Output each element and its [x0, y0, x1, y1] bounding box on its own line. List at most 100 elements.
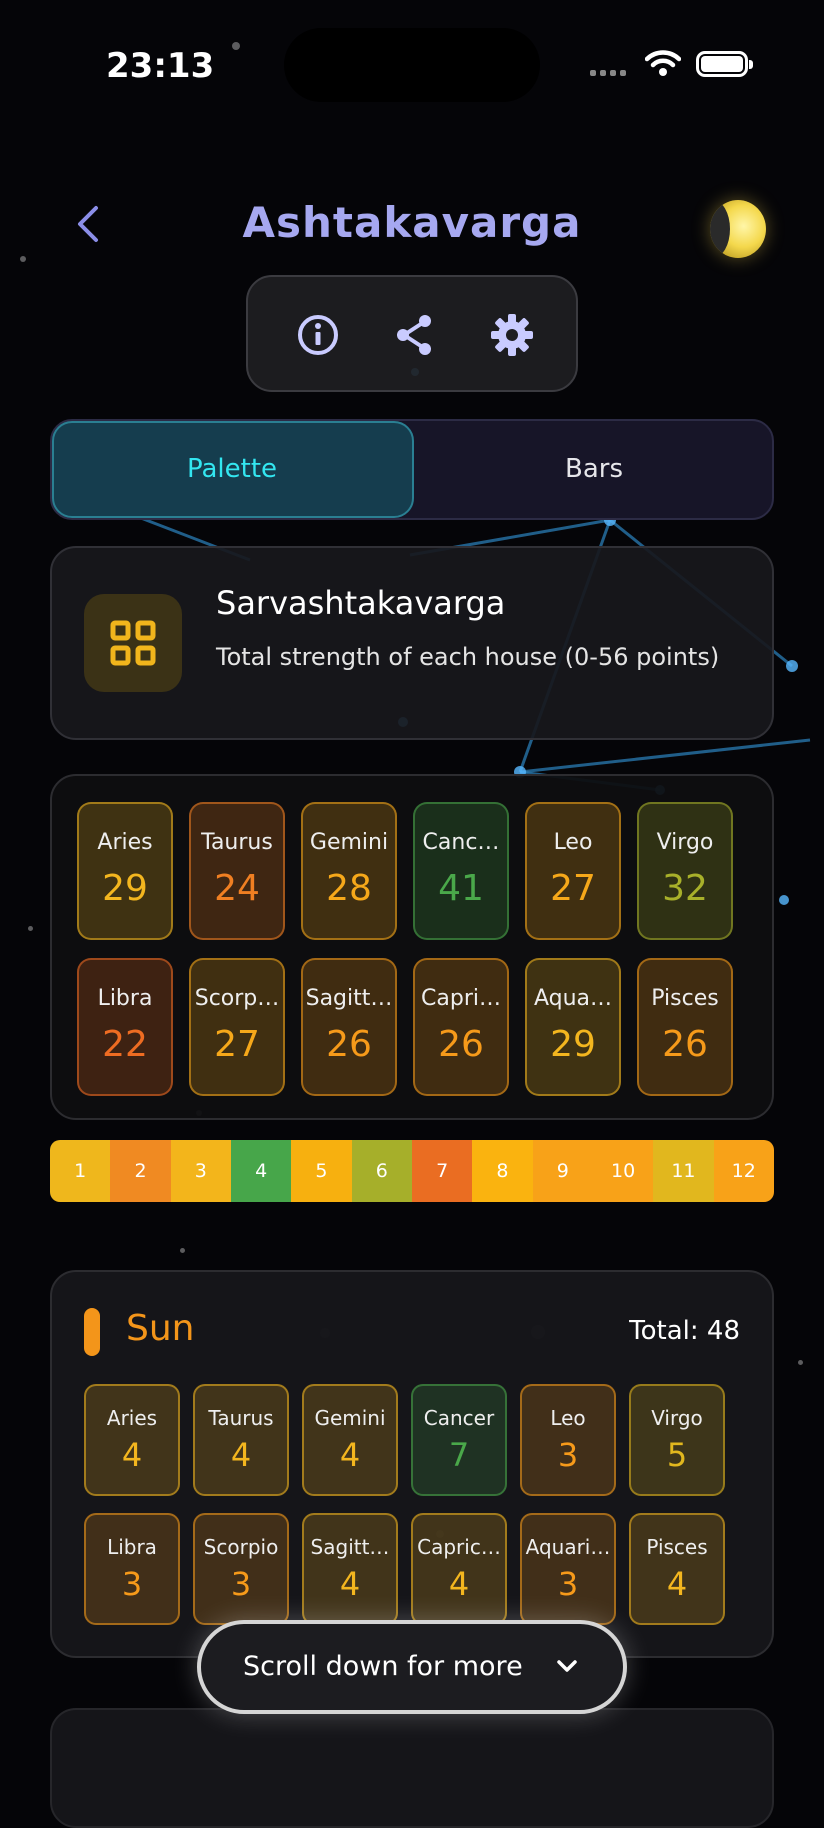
sun-card: Sun Total: 48 Aries 4 Taurus 4 Gemini 4 Cancer… [50, 1270, 774, 1658]
house-cell[interactable]: Pisces 26 [637, 958, 733, 1096]
sun-sign-label: Capric… [417, 1535, 501, 1559]
sun-points-value: 4 [666, 1565, 688, 1603]
sun-points-value: 4 [448, 1565, 470, 1603]
house-points-value: 29 [550, 1024, 596, 1065]
house-cell[interactable]: Leo 27 [525, 802, 621, 940]
house-sign-label: Pisces [651, 986, 719, 1011]
status-time: 23:13 [106, 46, 215, 86]
sun-points-value: 3 [557, 1565, 579, 1603]
house-cell[interactable]: Libra 22 [77, 958, 173, 1096]
sun-sign-label: Pisces [646, 1535, 708, 1559]
house-points-value: 29 [102, 868, 148, 909]
battery-icon [696, 51, 753, 77]
chevron-down-icon [557, 1660, 577, 1672]
house-cell[interactable]: Aries 29 [77, 802, 173, 940]
house-sign-label: Aries [97, 830, 153, 855]
sun-sign-cell[interactable]: Libra 3 [84, 1513, 180, 1625]
sun-sign-cell[interactable]: Virgo 5 [629, 1384, 725, 1496]
house-cell[interactable]: Aqua… 29 [525, 958, 621, 1096]
house-strip-segment: 10 [592, 1140, 654, 1202]
sun-sign-label: Aries [106, 1406, 158, 1430]
dynamic-island [284, 28, 540, 102]
next-planet-card [50, 1708, 774, 1828]
house-strip-segment: 7 [411, 1140, 473, 1202]
sun-sign-cell[interactable]: Leo 3 [520, 1384, 616, 1496]
house-sign-label: Canc… [422, 830, 500, 855]
house-strip-segment: 3 [170, 1140, 231, 1202]
house-cell[interactable]: Gemini 28 [301, 802, 397, 940]
view-mode-tabs: Palette Bars [50, 419, 774, 520]
house-cell[interactable]: Capri… 26 [413, 958, 509, 1096]
sun-sign-cell[interactable]: Scorpio 3 [193, 1513, 289, 1625]
house-cell[interactable]: Canc… 41 [413, 802, 509, 940]
house-cell[interactable]: Virgo 32 [637, 802, 733, 940]
house-points-value: 41 [438, 868, 484, 909]
house-cell[interactable]: Sagitt… 26 [301, 958, 397, 1096]
house-strip-segment: 11 [653, 1140, 714, 1202]
house-points-value: 26 [326, 1024, 372, 1065]
house-points-value: 27 [550, 868, 596, 909]
house-points-value: 26 [662, 1024, 708, 1065]
action-toolbar [246, 275, 578, 392]
sun-sign-label: Aquari… [525, 1535, 611, 1559]
sun-points-value: 5 [666, 1436, 688, 1474]
sun-sign-label: Cancer [423, 1406, 495, 1430]
house-strip-segment: 9 [532, 1140, 593, 1202]
settings-gear-icon[interactable] [488, 311, 536, 359]
sun-title: Sun [126, 1308, 195, 1349]
sun-sign-cell[interactable]: Capric… 4 [411, 1513, 507, 1625]
sun-sign-cell[interactable]: Pisces 4 [629, 1513, 725, 1625]
sun-sign-cell[interactable]: Aquari… 3 [520, 1513, 616, 1625]
house-sign-label: Taurus [201, 830, 273, 855]
sun-total: Total: 48 [629, 1316, 740, 1346]
house-points-value: 26 [438, 1024, 484, 1065]
house-strip-segment: 6 [351, 1140, 412, 1202]
house-points-value: 32 [662, 868, 708, 909]
house-strip-segment: 1 [50, 1140, 111, 1202]
house-strip-segment: 8 [472, 1140, 533, 1202]
cellular-signal-icon [590, 70, 626, 76]
tab-palette[interactable]: Palette [52, 421, 412, 518]
house-strength-grid: Aries 29 Taurus 24 Gemini 28 Canc… 41 Leo 27 Virgo… [50, 774, 774, 1120]
sun-sign-label: Virgo [651, 1406, 703, 1430]
sun-sign-cell[interactable]: Gemini 4 [302, 1384, 398, 1496]
house-strip-segment: 5 [291, 1140, 352, 1202]
sun-sign-cell[interactable]: Sagitt… 4 [302, 1513, 398, 1625]
sun-sign-label: Leo [550, 1406, 586, 1430]
sun-accent-bar [84, 1308, 100, 1356]
card-title: Sarvashtakavarga [216, 584, 506, 622]
scroll-down-label: Scroll down for more [243, 1651, 523, 1682]
card-subtitle: Total strength of each house (0-56 point… [216, 643, 720, 671]
house-cell[interactable]: Scorp… 27 [189, 958, 285, 1096]
sun-sign-label: Sagitt… [310, 1535, 390, 1559]
house-cell[interactable]: Taurus 24 [189, 802, 285, 940]
scroll-down-button[interactable]: Scroll down for more [197, 1620, 627, 1714]
grid-icon-tile [84, 594, 182, 692]
sun-points-value: 3 [121, 1565, 143, 1603]
sun-sign-label: Taurus [208, 1406, 274, 1430]
sun-points-value: 7 [448, 1436, 470, 1474]
grid-icon [110, 620, 156, 666]
house-points-value: 28 [326, 868, 372, 909]
house-points-value: 22 [102, 1024, 148, 1065]
status-bar: 23:13 [0, 0, 824, 140]
tab-bars[interactable]: Bars [414, 421, 774, 518]
sun-sign-cell[interactable]: Taurus 4 [193, 1384, 289, 1496]
sun-points-value: 4 [339, 1565, 361, 1603]
sun-sign-label: Gemini [314, 1406, 386, 1430]
house-color-strip: 1 2 3 4 5 6 7 8 9 10 11 12 [50, 1140, 774, 1202]
info-icon[interactable] [294, 311, 342, 359]
house-points-value: 24 [214, 868, 260, 909]
house-strip-segment: 4 [230, 1140, 292, 1202]
house-points-value: 27 [214, 1024, 260, 1065]
share-icon[interactable] [390, 311, 438, 359]
house-sign-label: Scorp… [194, 986, 280, 1011]
sun-sign-cell[interactable]: Cancer 7 [411, 1384, 507, 1496]
sun-points-value: 4 [121, 1436, 143, 1474]
sun-sign-cell[interactable]: Aries 4 [84, 1384, 180, 1496]
sarvashtakavarga-card: Sarvashtakavarga Total strength of each … [50, 546, 774, 740]
moon-phase-icon[interactable] [710, 200, 766, 258]
house-sign-label: Virgo [656, 830, 714, 855]
house-sign-label: Gemini [309, 830, 389, 855]
house-sign-label: Capri… [421, 986, 501, 1011]
